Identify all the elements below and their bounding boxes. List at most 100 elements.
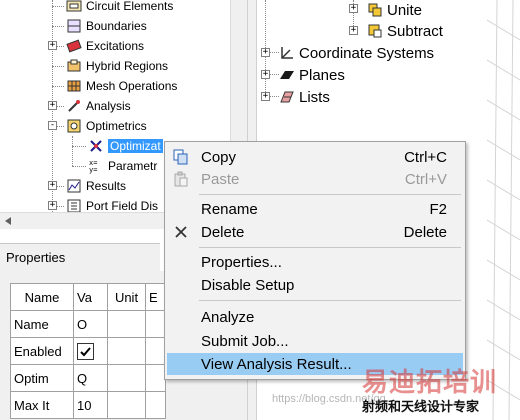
scroll-left-icon[interactable] [3, 216, 13, 226]
tree-item-optimization-setup[interactable]: Optimizat [88, 136, 163, 156]
table-header-row: Name Va Unit E [10, 283, 166, 311]
menu-separator [199, 247, 461, 248]
table-row[interactable]: Name O [10, 310, 166, 338]
tree-item-results[interactable]: Results [66, 176, 126, 196]
expand-toggle[interactable]: + [261, 70, 270, 79]
properties-title: Properties [6, 250, 66, 265]
tree-item-port-field-display[interactable]: Port Field Dis [66, 196, 158, 212]
property-unit [107, 391, 146, 419]
watermark-title: 易迪拓培训 [362, 368, 498, 398]
property-value[interactable] [73, 337, 108, 365]
property-unit [107, 310, 146, 338]
expand-toggle[interactable]: + [261, 92, 270, 101]
property-name: Max It [10, 391, 74, 419]
menu-item-disable-setup[interactable]: Disable Setup [167, 274, 463, 296]
expand-toggle[interactable]: + [261, 48, 270, 57]
tree-item-label: Planes [299, 66, 345, 84]
menu-item-delete[interactable]: Delete Delete [167, 221, 463, 243]
column-header-unit[interactable]: Unit [107, 283, 146, 311]
parametric-icon: x=y= [89, 159, 97, 174]
mesh-operations-icon [67, 80, 81, 92]
tree-item-label: Results [86, 179, 127, 193]
menu-item-properties[interactable]: Properties... [167, 251, 463, 273]
tree-item-hybrid-regions[interactable]: Hybrid Regions [66, 56, 168, 76]
tree-item-label: Analysis [86, 99, 131, 113]
menu-item-label: Submit Job... [201, 332, 289, 350]
watermark-subtitle: 射频和天线设计专家 [362, 400, 480, 415]
checkmark-icon [80, 346, 91, 357]
properties-table: Name Va Unit E Name O Enabled Optim Q Ma… [10, 283, 166, 419]
property-evaluated [145, 364, 166, 392]
column-header-value[interactable]: Va [73, 283, 108, 311]
property-value[interactable]: O [73, 310, 108, 338]
tree-item-label: Boundaries [86, 19, 147, 33]
tree-item-subtract[interactable]: Subtract [367, 21, 443, 41]
tree-item-parametric[interactable]: x= y= Parametr [88, 156, 157, 176]
table-row[interactable]: Max It 10 [10, 391, 166, 419]
unite-icon [368, 3, 382, 17]
tree-item-unite[interactable]: Unite [367, 0, 422, 20]
tree-item-label: Mesh Operations [86, 79, 178, 93]
enabled-checkbox[interactable] [77, 342, 94, 360]
menu-item-rename[interactable]: Rename F2 [167, 198, 463, 220]
property-evaluated [145, 337, 166, 365]
delete-icon [175, 226, 187, 238]
menu-separator [199, 300, 461, 301]
optimetrics-icon [67, 119, 81, 133]
tree-item-mesh-operations[interactable]: Mesh Operations [66, 76, 177, 96]
menu-item-label: Delete [201, 223, 245, 241]
tree-item-label: Excitations [86, 39, 145, 53]
circuit-elements-icon [66, 0, 82, 12]
menu-item-label: Rename [201, 200, 258, 218]
property-unit [107, 364, 146, 392]
menu-item-copy[interactable]: Copy Ctrl+C [167, 146, 463, 168]
table-row[interactable]: Enabled [10, 337, 166, 365]
expand-toggle[interactable]: + [349, 26, 358, 35]
column-header-name[interactable]: Name [10, 283, 74, 311]
tree-item-excitations[interactable]: Excitations [66, 36, 144, 56]
tree-item-planes[interactable]: Planes [279, 65, 345, 85]
planes-icon [280, 71, 294, 79]
model-tree: + Unite + Subtract + Coordinate Systems … [257, 0, 487, 130]
modeler-grid-view[interactable] [487, 0, 520, 420]
expand-toggle[interactable]: + [48, 181, 57, 190]
column-header-evaluated[interactable]: E [145, 283, 166, 311]
tree-item-coordinate-systems[interactable]: Coordinate Systems [279, 43, 434, 63]
property-name: Name [10, 310, 74, 338]
menu-item-shortcut: Ctrl+V [404, 170, 447, 188]
hybrid-regions-icon [67, 59, 81, 72]
menu-item-shortcut: F2 [429, 200, 447, 218]
property-value[interactable]: Q [73, 364, 108, 392]
menu-item-label: Paste [201, 170, 240, 188]
results-icon [67, 179, 81, 193]
collapse-toggle[interactable]: - [48, 121, 57, 130]
context-menu: Copy Ctrl+C Paste Ctrl+V Rename F2 Delet… [164, 141, 466, 380]
tree-item-label: Parametr [108, 159, 158, 173]
tree-line [72, 136, 73, 166]
tree-item-label: Optimizat [108, 139, 163, 153]
tree-item-boundaries[interactable]: Boundaries [66, 16, 147, 36]
tree-item-label: Unite [387, 1, 423, 19]
menu-item-label: Copy [201, 148, 237, 166]
tree-item-lists[interactable]: Lists [279, 87, 330, 107]
grid-lines [487, 0, 520, 420]
menu-item-submit-job[interactable]: Submit Job... [167, 330, 463, 352]
tree-item-label: Coordinate Systems [299, 44, 435, 62]
expand-toggle[interactable]: + [349, 4, 358, 13]
menu-item-paste[interactable]: Paste Ctrl+V [167, 168, 463, 190]
tree-item-analysis[interactable]: Analysis [66, 96, 131, 116]
port-field-icon [67, 199, 81, 212]
tree-item-circuit-elements[interactable]: Circuit Elements [66, 0, 173, 16]
paste-icon [174, 171, 188, 187]
excitations-icon [66, 39, 82, 53]
table-row[interactable]: Optim Q [10, 364, 166, 392]
tree-item-label: Port Field Dis [86, 199, 159, 212]
menu-item-analyze[interactable]: Analyze [167, 306, 463, 328]
tree-item-optimetrics[interactable]: Optimetrics [66, 116, 147, 136]
property-value[interactable]: 10 [73, 391, 108, 419]
coordinate-systems-icon [281, 47, 293, 59]
expand-toggle[interactable]: + [48, 201, 57, 210]
property-unit [107, 337, 146, 365]
expand-toggle[interactable]: + [48, 41, 57, 50]
expand-toggle[interactable]: + [48, 101, 57, 110]
